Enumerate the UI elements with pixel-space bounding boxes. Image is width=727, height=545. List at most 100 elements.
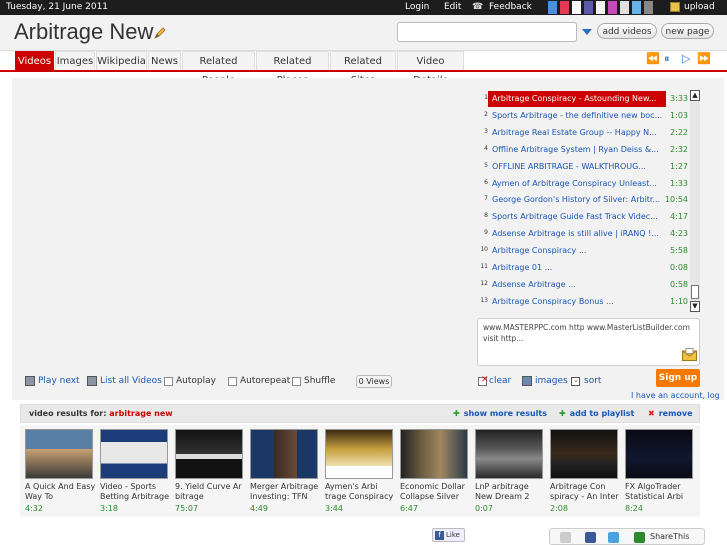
theme-swatch[interactable] bbox=[572, 1, 581, 14]
envelope-icon[interactable] bbox=[682, 348, 697, 361]
show-more-results-link[interactable]: ✚ show more results bbox=[453, 409, 547, 418]
theme-swatch[interactable] bbox=[644, 1, 653, 14]
page-header: Arbitrage New add videos new page bbox=[0, 15, 727, 51]
tab-related-sites[interactable]: Related Sites bbox=[330, 51, 396, 86]
upload-icon[interactable] bbox=[670, 2, 680, 12]
theme-swatch[interactable] bbox=[584, 1, 593, 14]
clear-link[interactable]: clear bbox=[489, 376, 511, 386]
theme-swatch[interactable] bbox=[560, 1, 569, 14]
edit-pencil-icon[interactable] bbox=[153, 26, 167, 40]
login-link[interactable]: Login bbox=[405, 2, 429, 12]
video-thumbnail[interactable] bbox=[175, 429, 243, 479]
rewind-icon[interactable]: ⏪ bbox=[646, 52, 660, 65]
facebook-share-icon[interactable] bbox=[585, 532, 596, 543]
play-next-link[interactable]: Play next bbox=[38, 376, 80, 386]
playlist-item[interactable]: 12 Adsense Arbitrage ... 0:58 bbox=[478, 277, 688, 293]
video-result-card[interactable]: 9. Yield Curve Ar bitrage 75:07 bbox=[170, 425, 244, 517]
sort-link[interactable]: sort bbox=[584, 376, 601, 386]
theme-swatch[interactable] bbox=[620, 1, 629, 14]
playlist-item[interactable]: 9 Adsense Arbitrage is still alive | iRAN… bbox=[478, 226, 688, 242]
tab-images[interactable]: Images bbox=[55, 51, 95, 70]
tab-news[interactable]: News bbox=[148, 51, 181, 70]
tab-bar: Videos Images Wikipedia News Related Peo… bbox=[0, 50, 727, 86]
sharethis-icon[interactable] bbox=[634, 532, 645, 543]
video-result-card[interactable]: FX AlgoTrader Statistical Arbi 8:24 bbox=[620, 425, 694, 517]
add-to-playlist-link[interactable]: ✚ add to playlist bbox=[559, 409, 634, 418]
video-result-card[interactable]: Economic Dollar Collapse Silver 6:47 bbox=[395, 425, 469, 517]
sharethis-label[interactable]: ShareThis bbox=[650, 532, 689, 541]
video-thumbnail[interactable] bbox=[475, 429, 543, 479]
playlist-item[interactable]: 3 Arbitrage Real Estate Group -- Happy N.… bbox=[478, 125, 688, 141]
images-icon[interactable] bbox=[522, 376, 532, 386]
theme-swatch[interactable] bbox=[548, 1, 557, 14]
tab-videos[interactable]: Videos bbox=[15, 51, 54, 70]
video-thumbnail[interactable] bbox=[25, 429, 93, 479]
play-next-icon[interactable] bbox=[25, 376, 35, 386]
shuffle-checkbox[interactable] bbox=[292, 377, 301, 386]
description-box[interactable]: www.MASTERPPC.com http www.MasterListBui… bbox=[477, 318, 700, 366]
autorepeat-checkbox[interactable] bbox=[228, 377, 237, 386]
new-page-button[interactable]: new page bbox=[661, 23, 714, 39]
video-results-strip: A Quick And Easy Way To 4:32 Video - Spor… bbox=[20, 425, 700, 517]
have-account-link[interactable]: I have an account, log bbox=[631, 391, 720, 400]
tab-related-people[interactable]: Related People bbox=[182, 51, 255, 86]
playlist-item[interactable]: 6 Aymen of Arbitrage Conspiracy Unleast..… bbox=[478, 176, 688, 192]
list-all-icon[interactable] bbox=[87, 376, 97, 386]
feedback-link[interactable]: Feedback bbox=[489, 2, 532, 12]
video-result-card[interactable]: Video - Sports Betting Arbitrage 3:18 bbox=[95, 425, 169, 517]
date-label: Tuesday, 21 June 2011 bbox=[6, 2, 109, 12]
video-result-card[interactable]: Aymen's Arbi trage Conspiracy 3:44 bbox=[320, 425, 394, 517]
facebook-like-button[interactable]: f Like bbox=[432, 528, 465, 542]
playlist-item[interactable]: 1 Arbitrage Conspiracy - Astounding New..… bbox=[478, 91, 688, 107]
playlist-item[interactable]: 11 Arbitrage 01 ... 0:08 bbox=[478, 260, 688, 276]
video-result-card[interactable]: Arbitrage Con spiracy - An Inter 2:08 bbox=[545, 425, 619, 517]
email-icon[interactable] bbox=[560, 532, 571, 543]
video-thumbnail[interactable] bbox=[325, 429, 393, 479]
add-videos-button[interactable]: add videos bbox=[597, 23, 657, 39]
scroll-down-icon[interactable]: ▼ bbox=[690, 301, 700, 312]
search-dropdown-icon[interactable] bbox=[582, 29, 592, 35]
autoplay-label: Autoplay bbox=[176, 376, 216, 386]
scroll-up-icon[interactable]: ▲ bbox=[690, 90, 700, 101]
theme-swatch[interactable] bbox=[608, 1, 617, 14]
clear-icon[interactable]: ✕ bbox=[478, 375, 489, 386]
video-result-card[interactable]: LnP arbitrage New Dream 2 0:07 bbox=[470, 425, 544, 517]
playlist-scrollbar[interactable]: ▲ ▼ bbox=[690, 90, 700, 312]
playlist-item[interactable]: 5 OFFLINE ARBITRAGE - WALKTHROUG... 1:27 bbox=[478, 159, 688, 175]
tab-related-places[interactable]: Related Places bbox=[256, 51, 329, 86]
views-counter: 0 Views bbox=[356, 375, 392, 388]
theme-swatch[interactable] bbox=[632, 1, 641, 14]
play-icon[interactable]: ▷ bbox=[682, 52, 690, 65]
theme-swatch[interactable] bbox=[596, 1, 605, 14]
playlist-item[interactable]: 10 Arbitrage Conspiracy ... 5:58 bbox=[478, 243, 688, 259]
signup-button[interactable]: Sign up bbox=[656, 369, 700, 387]
video-result-card[interactable]: Merger Arbitrage Investing: TFN 4:49 bbox=[245, 425, 319, 517]
playlist-item[interactable]: 7 George Gordon's History of Silver: Arbi… bbox=[478, 192, 688, 208]
playlist-item[interactable]: 13 Arbitrage Conspiracy Bonus ... 1:10 bbox=[478, 294, 688, 310]
feedback-icon[interactable]: ☎ bbox=[472, 2, 483, 12]
fast-forward-icon[interactable]: ⏩ bbox=[697, 52, 711, 65]
tab-wikipedia[interactable]: Wikipedia bbox=[96, 51, 147, 70]
scroll-thumb[interactable] bbox=[691, 285, 699, 299]
edit-link[interactable]: Edit bbox=[444, 2, 461, 12]
playlist-item[interactable]: 4 Offline Arbitrage System | Ryan Deiss &… bbox=[478, 142, 688, 158]
sort-icon[interactable]: ⌄ bbox=[571, 376, 580, 386]
remove-link[interactable]: ✖ remove bbox=[648, 409, 693, 418]
playlist-item[interactable]: 8 Sports Arbitrage Guide Fast Track Videc… bbox=[478, 209, 688, 225]
video-thumbnail[interactable] bbox=[625, 429, 693, 479]
video-thumbnail[interactable] bbox=[400, 429, 468, 479]
playlist-item[interactable]: 2 Sports Arbitrage - the definitive new b… bbox=[478, 108, 688, 124]
video-thumbnail[interactable] bbox=[550, 429, 618, 479]
list-all-videos-link[interactable]: List all Videos bbox=[100, 376, 162, 386]
upload-link[interactable]: upload bbox=[684, 2, 715, 12]
results-label: video results for: arbitrage new bbox=[29, 409, 173, 418]
video-thumbnail[interactable] bbox=[250, 429, 318, 479]
search-input[interactable] bbox=[397, 22, 577, 42]
images-link[interactable]: images bbox=[535, 376, 568, 386]
video-thumbnail[interactable] bbox=[100, 429, 168, 479]
twitter-icon[interactable] bbox=[608, 532, 619, 543]
video-result-card[interactable]: A Quick And Easy Way To 4:32 bbox=[20, 425, 95, 517]
tab-video-details[interactable]: Video Details bbox=[397, 51, 464, 86]
autoplay-checkbox[interactable] bbox=[164, 377, 173, 386]
pause-icon[interactable]: ⏸ bbox=[664, 52, 670, 66]
